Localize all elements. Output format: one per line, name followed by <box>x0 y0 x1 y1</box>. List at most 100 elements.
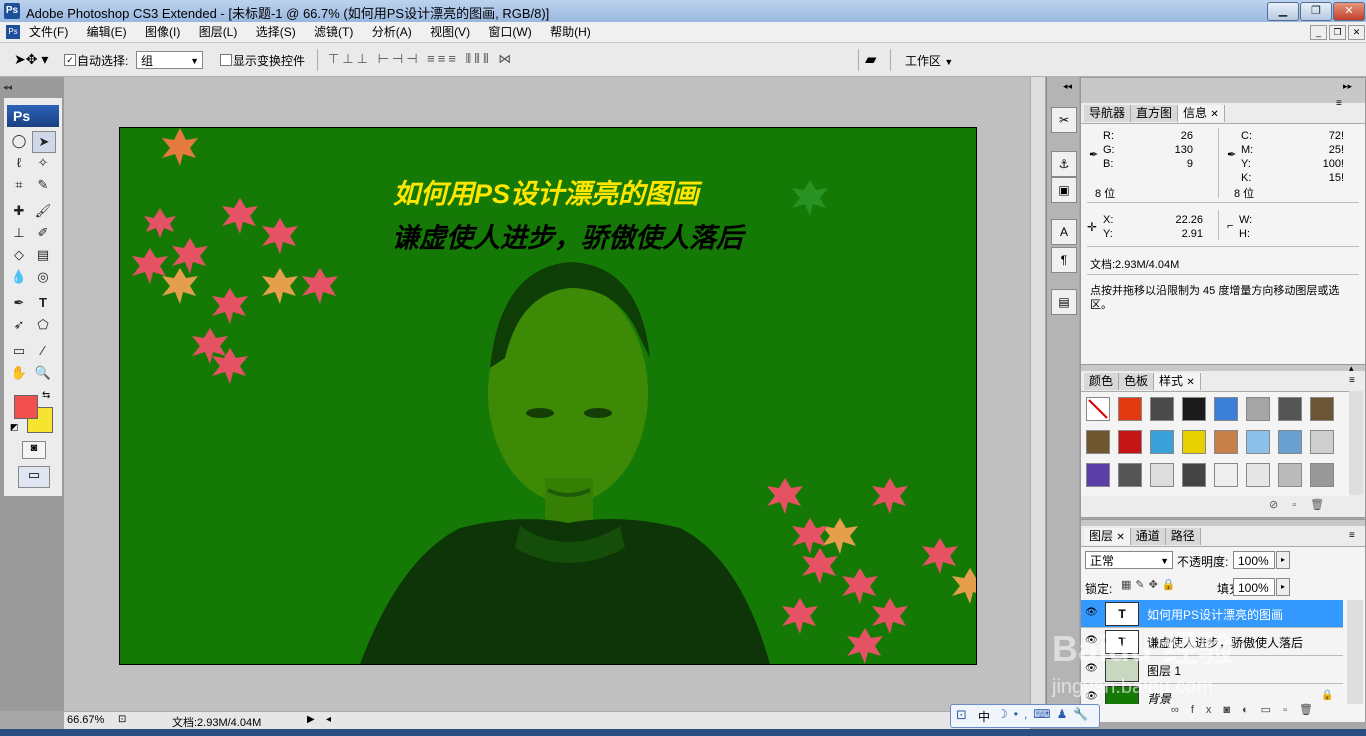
tab-color[interactable]: 颜色 <box>1084 373 1120 390</box>
menu-view[interactable]: 视图(V) <box>427 22 473 42</box>
close-icon[interactable]: ✕ <box>1186 377 1194 388</box>
style-swatch[interactable] <box>1214 430 1238 454</box>
panel-menu-icon[interactable]: ≡ <box>1349 375 1355 386</box>
history-brush-tool-icon[interactable]: ✐ <box>32 223 54 243</box>
minimize-button[interactable]: ▁ <box>1267 2 1299 21</box>
gradient-tool-icon[interactable]: ▤ <box>32 245 54 265</box>
restore-button[interactable]: ❐ <box>1300 2 1332 21</box>
style-swatch[interactable] <box>1182 430 1206 454</box>
collapse-icon[interactable]: ▸▸ <box>1343 81 1352 92</box>
style-swatch[interactable] <box>1086 430 1110 454</box>
blur-tool-icon[interactable]: 💧 <box>8 267 30 287</box>
layers-footer-icons[interactable]: ∞fx◙◐▭▫🗑 <box>1171 703 1325 716</box>
style-swatch[interactable] <box>1246 397 1270 421</box>
ime-mode[interactable]: 中 <box>978 708 990 725</box>
quick-mask-icon[interactable]: ◙ <box>22 441 46 459</box>
menu-edit[interactable]: 编辑(E) <box>84 22 130 42</box>
doc-minimize-button[interactable]: _ <box>1310 25 1327 40</box>
character-icon[interactable]: A <box>1051 219 1077 245</box>
collapse-icon[interactable]: ◂◂ <box>3 82 12 93</box>
type-tool-icon[interactable]: T <box>32 293 54 313</box>
pen-tool-icon[interactable]: ✒ <box>8 293 30 313</box>
menu-analysis[interactable]: 分析(A) <box>369 22 415 42</box>
clone-source-icon[interactable]: ▣ <box>1051 177 1077 203</box>
style-swatch[interactable] <box>1310 397 1334 421</box>
zoom-level[interactable]: 66.67% <box>67 714 104 726</box>
move-tool-icon[interactable]: ➤ <box>32 131 56 153</box>
style-swatch[interactable] <box>1278 397 1302 421</box>
style-swatch[interactable] <box>1086 397 1110 421</box>
lasso-tool-icon[interactable]: ℓ <box>8 153 30 173</box>
tab-histogram[interactable]: 直方图 <box>1131 105 1179 122</box>
fill-slider-toggle[interactable]: ▸ <box>1276 578 1290 596</box>
move-tool-preset-icon[interactable]: ➤✥ ▾ <box>14 51 48 68</box>
scroll-left-icon[interactable]: ◂ <box>326 714 331 725</box>
panel-menu-icon[interactable]: ≡ <box>1336 98 1342 109</box>
status-menu-arrow-icon[interactable]: ▶ <box>307 714 315 725</box>
marquee-tool-icon[interactable]: ◯ <box>8 131 30 151</box>
styles-scrollbar[interactable] <box>1349 391 1363 495</box>
blend-mode-dropdown[interactable]: 正常 ▼ <box>1085 551 1173 569</box>
eraser-tool-icon[interactable]: ◇ <box>8 245 30 265</box>
style-swatch[interactable] <box>1182 397 1206 421</box>
zoom-tool-icon[interactable]: 🔍 <box>32 363 54 383</box>
show-transform-checkbox[interactable] <box>220 54 232 66</box>
notes-tool-icon[interactable]: ▭ <box>8 341 30 361</box>
default-colors-icon[interactable]: ◩ <box>10 422 19 433</box>
style-swatch[interactable] <box>1118 463 1142 487</box>
swap-colors-icon[interactable]: ⇆ <box>42 390 50 401</box>
doc-close-button[interactable]: ✕ <box>1348 25 1365 40</box>
close-icon[interactable]: ✕ <box>1210 109 1218 120</box>
layers-scrollbar[interactable] <box>1347 600 1363 704</box>
menu-window[interactable]: 窗口(W) <box>485 22 534 42</box>
collapse-icon[interactable]: ▴ <box>1349 363 1354 374</box>
bridge-icon[interactable]: ▰ <box>865 50 877 68</box>
slice-tool-icon[interactable]: ✎ <box>32 175 54 195</box>
brush-tool-icon[interactable]: 🖌 <box>32 201 54 221</box>
fill-input[interactable]: 100% <box>1233 578 1275 596</box>
lock-icons[interactable]: ▦✎✥🔒 <box>1121 578 1180 591</box>
panel-menu-icon[interactable]: ≡ <box>1349 530 1355 541</box>
eyedropper-tool-icon[interactable]: ⁄ <box>32 341 54 361</box>
menu-help[interactable]: 帮助(H) <box>547 22 594 42</box>
style-swatch[interactable] <box>1278 463 1302 487</box>
ime-toolbar[interactable]: ⊡ 中 ☽•,⌨♟🔧 <box>950 704 1100 728</box>
brushes-icon[interactable]: ⚓ <box>1051 151 1077 177</box>
tools-preset-icon[interactable]: ✂ <box>1051 107 1077 133</box>
crop-tool-icon[interactable]: ⌗ <box>8 175 30 195</box>
eye-icon[interactable]: 👁 <box>1085 607 1098 618</box>
style-swatch[interactable] <box>1086 463 1110 487</box>
style-swatch[interactable] <box>1278 430 1302 454</box>
canvas-vertical-scrollbar[interactable] <box>1030 77 1045 711</box>
menu-image[interactable]: 图像(I) <box>142 22 183 42</box>
style-swatch[interactable] <box>1150 430 1174 454</box>
style-swatch[interactable] <box>1310 463 1334 487</box>
opacity-input[interactable]: 100% <box>1233 551 1275 569</box>
close-icon[interactable]: ✕ <box>1116 532 1124 543</box>
paragraph-icon[interactable]: ¶ <box>1051 247 1077 273</box>
hand-tool-icon[interactable]: ✋ <box>8 363 30 383</box>
style-swatch[interactable] <box>1182 463 1206 487</box>
align-icons[interactable]: ⊤⊥⊥ ⊢⊣⊣ ≡≡≡ ⦀⦀⦀ ⋈ <box>328 51 514 67</box>
layer-comps-icon[interactable]: ▤ <box>1051 289 1077 315</box>
dodge-tool-icon[interactable]: ◎ <box>32 267 54 287</box>
style-swatch[interactable] <box>1246 463 1270 487</box>
style-swatch[interactable] <box>1310 430 1334 454</box>
close-button[interactable]: ✕ <box>1333 2 1365 21</box>
tab-swatches[interactable]: 色板 <box>1119 373 1155 390</box>
ime-logo-icon[interactable]: ⊡ <box>956 707 967 723</box>
path-selection-tool-icon[interactable]: ➶ <box>8 315 30 335</box>
styles-footer-icons[interactable]: ⊘▫🗑 <box>1269 498 1338 511</box>
auto-select-dropdown[interactable]: 组 ▼ <box>136 51 203 69</box>
auto-select-checkbox[interactable]: ✓ <box>64 54 76 66</box>
tab-styles[interactable]: 样式 ✕ <box>1154 373 1201 390</box>
opacity-slider-toggle[interactable]: ▸ <box>1276 551 1290 569</box>
tab-channels[interactable]: 通道 <box>1130 528 1166 545</box>
doc-restore-button[interactable]: ❐ <box>1329 25 1346 40</box>
tab-info[interactable]: 信息 ✕ <box>1178 105 1225 122</box>
clone-stamp-tool-icon[interactable]: ⊥ <box>8 223 30 243</box>
tab-navigator[interactable]: 导航器 <box>1084 105 1132 122</box>
magic-wand-tool-icon[interactable]: ✧ <box>32 153 54 173</box>
tab-layers[interactable]: 图层 ✕ <box>1084 528 1131 545</box>
ime-icons[interactable]: ☽•,⌨♟🔧 <box>997 707 1094 721</box>
